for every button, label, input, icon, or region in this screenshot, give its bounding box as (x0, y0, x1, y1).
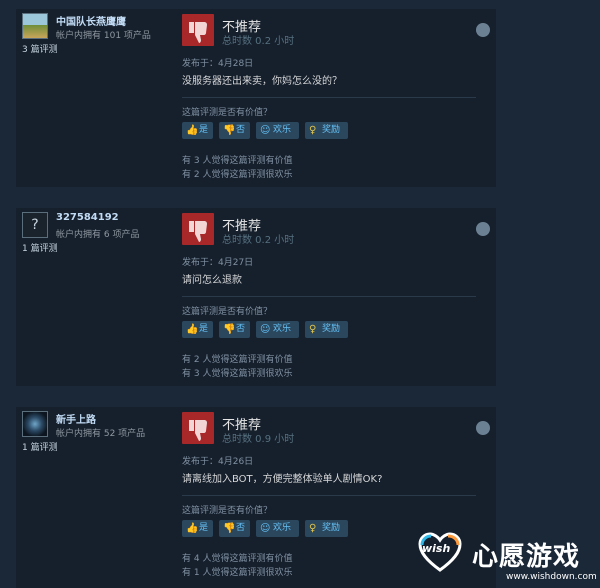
divider (182, 97, 476, 98)
vote-yes-button[interactable]: 👍 是 (182, 122, 213, 139)
user-avatar[interactable]: ? (22, 212, 48, 238)
thumbs-down-icon (182, 213, 214, 245)
steam-icon (476, 23, 490, 37)
review-text: 没服务器还出来卖，你妈怎么没的？ (182, 76, 342, 87)
award-button[interactable]: ♀ 奖励 (305, 520, 348, 537)
owned-products: 帐户内拥有 101 项产品 (56, 31, 151, 41)
award-icon: ♀ (309, 125, 317, 136)
helpful-question: 这篇评测是否有价值？ (182, 307, 273, 317)
review-text: 请离线加入BOT，方便完整体验单人剧情OK? (182, 474, 383, 485)
review-card: ? 327584192 帐户内拥有 6 项产品 1 篇评测 不推荐 总时数 0.… (16, 208, 496, 386)
watermark-url: www.wishdown.com (506, 572, 597, 582)
user-avatar[interactable] (22, 13, 48, 39)
steam-icon (476, 421, 490, 435)
thumbs-up-icon: 👍 (186, 324, 199, 335)
watermark-logo-word: wish (422, 542, 451, 555)
review-text: 请问怎么退款 (182, 275, 242, 286)
vote-yes-button[interactable]: 👍 是 (182, 321, 213, 338)
posted-date: 发布于：4月26日 (182, 457, 254, 467)
vote-no-button[interactable]: 👎 否 (219, 122, 250, 139)
username-link[interactable]: 327584192 (56, 212, 119, 223)
thumbs-up-icon: 👍 (186, 523, 199, 534)
posted-date: 发布于：4月28日 (182, 59, 254, 69)
vote-no-button[interactable]: 👎 否 (219, 520, 250, 537)
helpful-count: 有 3 人觉得这篇评测有价值 (182, 156, 293, 166)
review-count[interactable]: 3 篇评测 (22, 42, 58, 55)
funny-count: 有 2 人觉得这篇评测很欢乐 (182, 170, 293, 180)
username-link[interactable]: 中国队长燕鹰鹰 (56, 13, 126, 28)
smile-icon: ☺ (260, 125, 271, 136)
thumbs-down-icon (182, 14, 214, 46)
thumbs-down-icon: 👎 (223, 523, 236, 534)
helpful-count: 有 4 人觉得这篇评测有价值 (182, 554, 293, 564)
review-card: 中国队长燕鹰鹰 帐户内拥有 101 项产品 3 篇评测 不推荐 总时数 0.2 … (16, 9, 496, 187)
helpful-count: 有 2 人觉得这篇评测有价值 (182, 355, 293, 365)
divider (182, 296, 476, 297)
funny-count: 有 1 人觉得这篇评测很欢乐 (182, 568, 293, 578)
funny-count: 有 3 人觉得这篇评测很欢乐 (182, 369, 293, 379)
award-button[interactable]: ♀ 奖励 (305, 321, 348, 338)
vote-yes-button[interactable]: 👍 是 (182, 520, 213, 537)
review-count[interactable]: 1 篇评测 (22, 241, 58, 254)
watermark-title: 心愿游戏 (472, 542, 581, 572)
smile-icon: ☺ (260, 324, 271, 335)
divider (182, 495, 476, 496)
owned-products: 帐户内拥有 6 项产品 (56, 230, 140, 240)
owned-products: 帐户内拥有 52 项产品 (56, 429, 146, 439)
thumbs-down-icon (182, 412, 214, 444)
username-link[interactable]: 新手上路 (56, 411, 96, 426)
helpful-question: 这篇评测是否有价值？ (182, 506, 273, 516)
vote-funny-button[interactable]: ☺ 欢乐 (256, 321, 299, 338)
award-button[interactable]: ♀ 奖励 (305, 122, 348, 139)
hours-played: 总时数 0.2 小时 (222, 235, 295, 246)
posted-date: 发布于：4月27日 (182, 258, 254, 268)
award-icon: ♀ (309, 324, 317, 335)
steam-icon (476, 222, 490, 236)
thumbs-down-icon: 👎 (223, 125, 236, 136)
thumbs-up-icon: 👍 (186, 125, 199, 136)
user-avatar[interactable] (22, 411, 48, 437)
vote-funny-button[interactable]: ☺ 欢乐 (256, 122, 299, 139)
hours-played: 总时数 0.2 小时 (222, 36, 295, 47)
thumbs-down-icon: 👎 (223, 324, 236, 335)
helpful-question: 这篇评测是否有价值？ (182, 108, 273, 118)
vote-funny-button[interactable]: ☺ 欢乐 (256, 520, 299, 537)
watermark: wish 心愿游戏 www.wishdown.com (410, 528, 600, 588)
review-count[interactable]: 1 篇评测 (22, 440, 58, 453)
vote-no-button[interactable]: 👎 否 (219, 321, 250, 338)
award-icon: ♀ (309, 523, 317, 534)
smile-icon: ☺ (260, 523, 271, 534)
hours-played: 总时数 0.9 小时 (222, 434, 295, 445)
